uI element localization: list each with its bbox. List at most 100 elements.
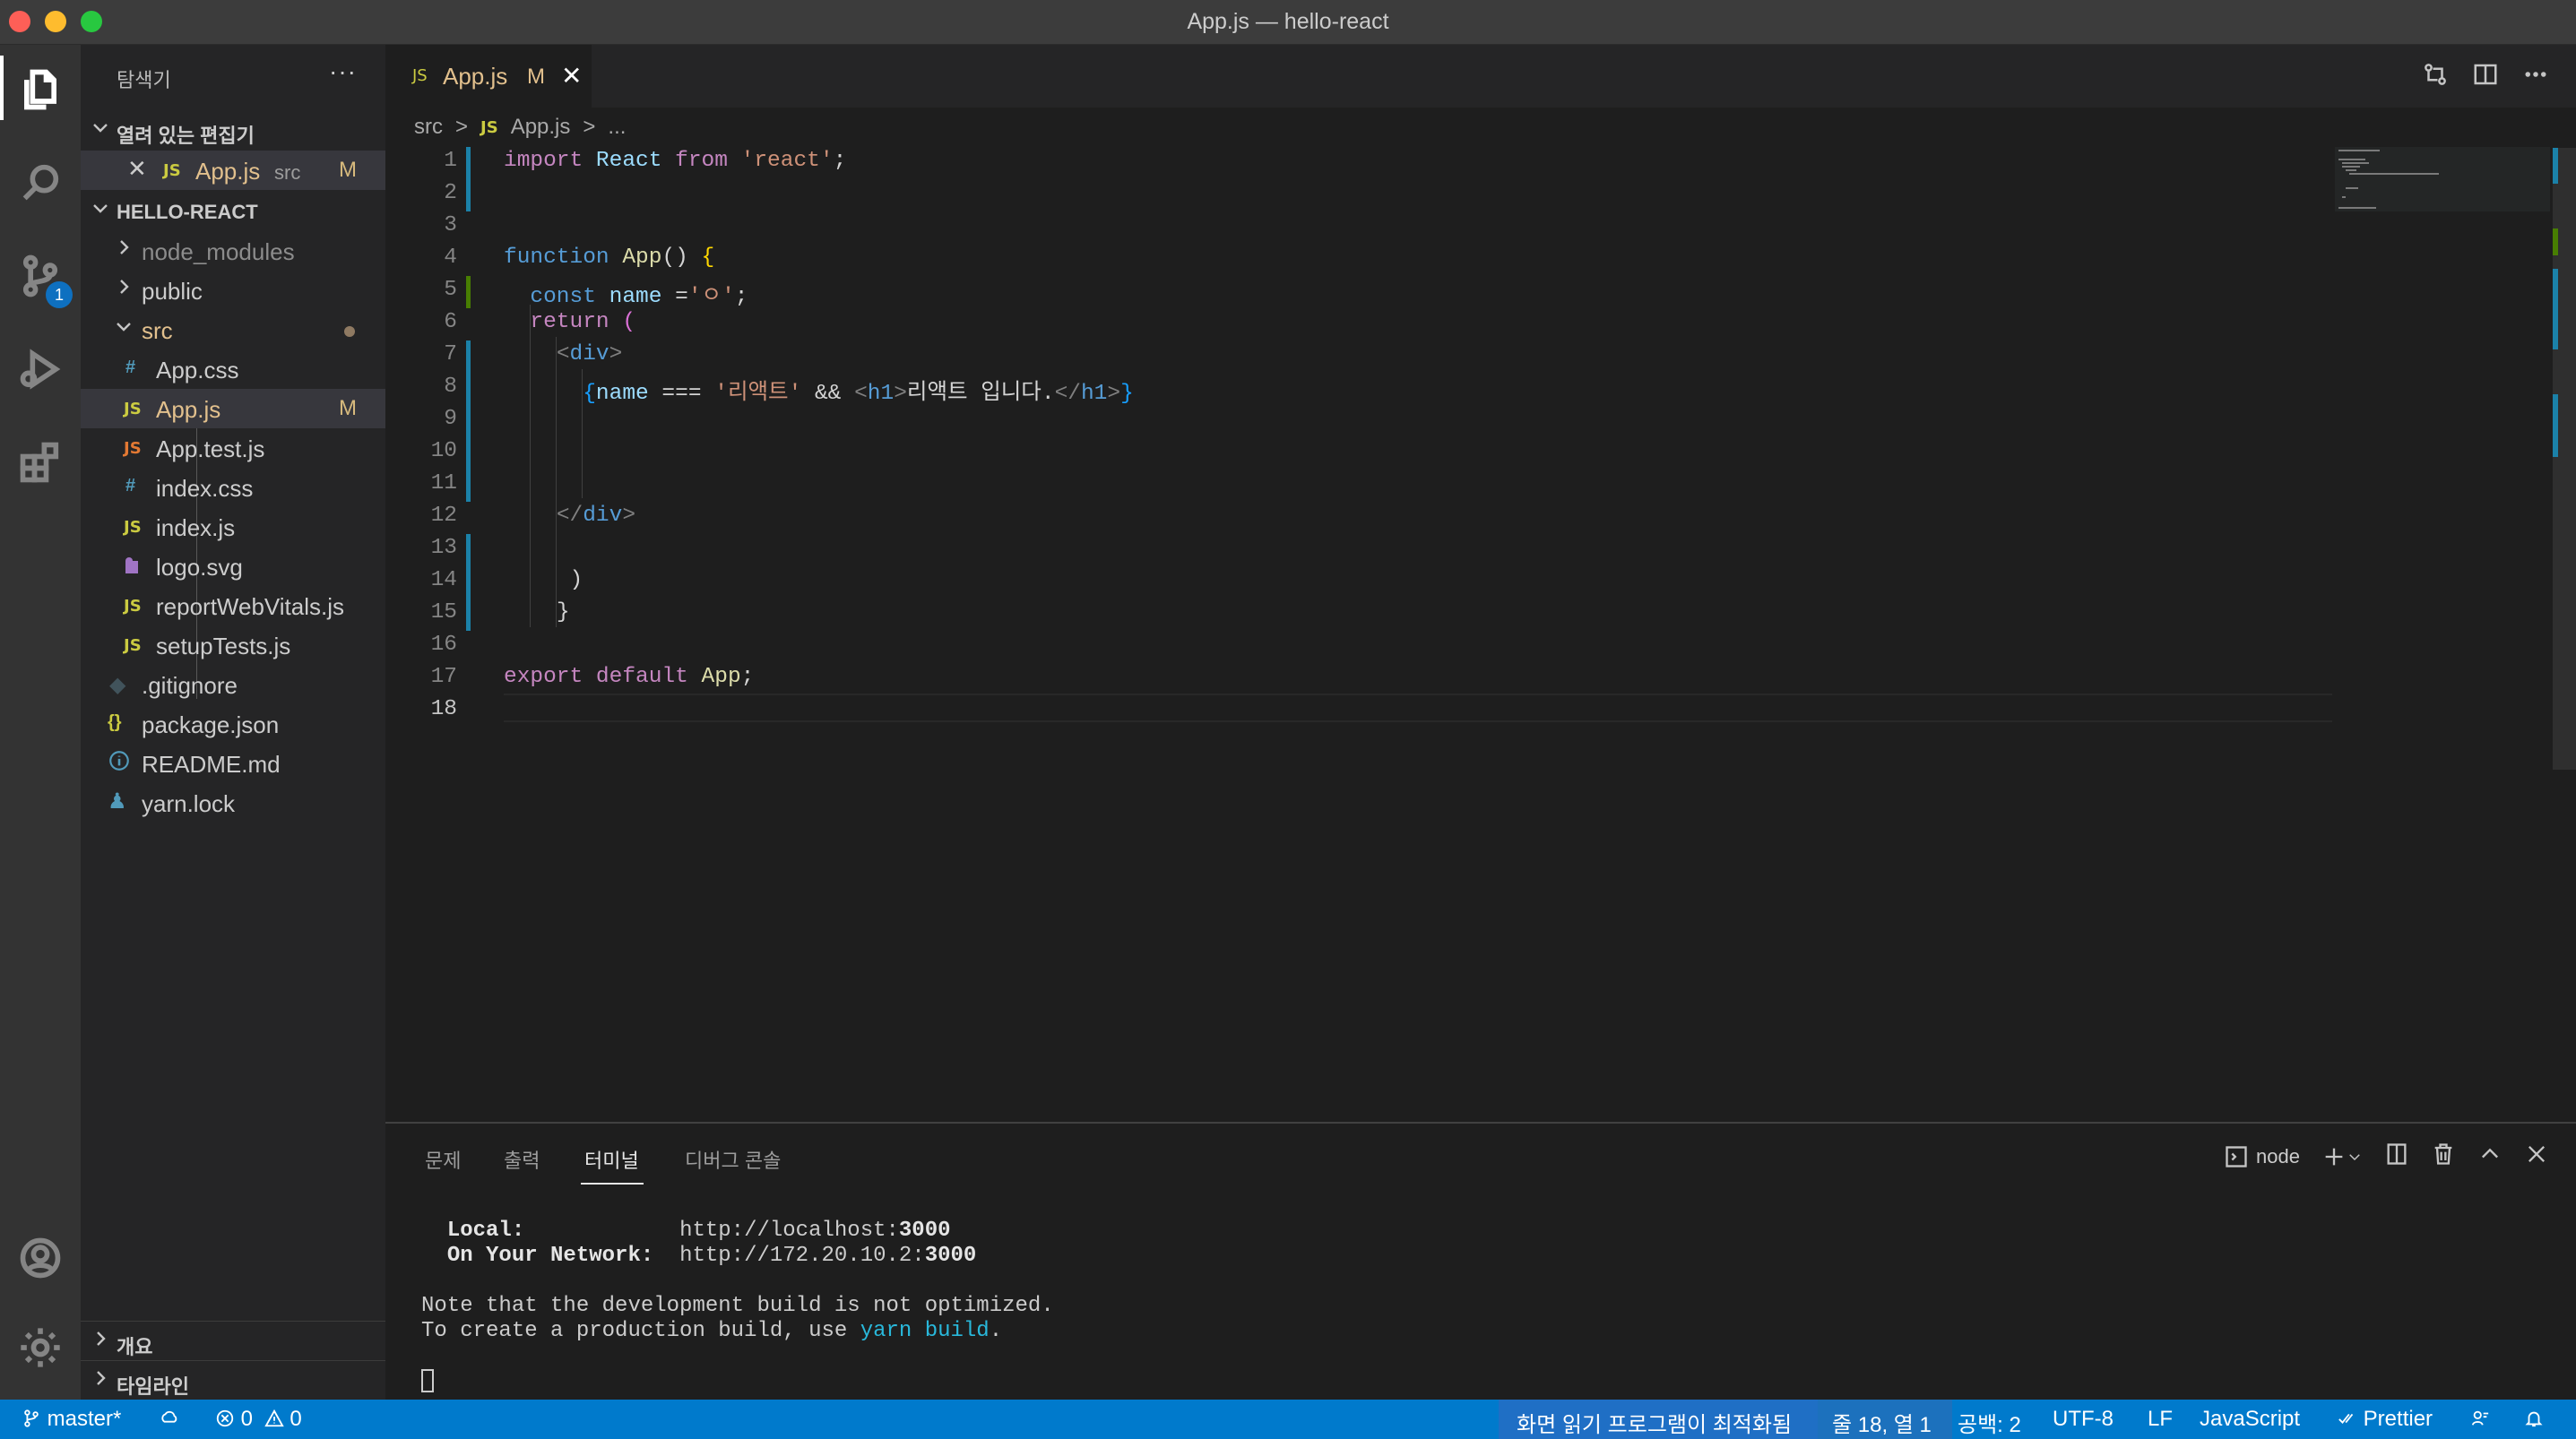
tab-label: App.js: [443, 63, 508, 90]
chevron-right-icon: [113, 237, 134, 263]
tree-folder-node-modules[interactable]: node_modules: [81, 231, 385, 271]
line-number: 12: [430, 504, 457, 528]
close-icon[interactable]: ✕: [127, 155, 147, 183]
tree-file-package-json[interactable]: {} package.json: [81, 704, 385, 744]
tree-folder-src[interactable]: src: [81, 310, 385, 349]
line-number: 9: [444, 407, 457, 431]
run-debug-icon[interactable]: [12, 340, 69, 398]
terminal-note: Note that the development build is not o…: [421, 1294, 1054, 1318]
tree-file-readme[interactable]: README.md: [81, 744, 385, 783]
minimap[interactable]: [2335, 148, 2550, 220]
error-icon: [216, 1409, 234, 1427]
tree-label: index.js: [156, 514, 236, 541]
manage-gear-icon[interactable]: [12, 1319, 69, 1376]
breadcrumb-symbol[interactable]: ...: [608, 115, 626, 140]
open-editors-label: 열려 있는 편집기: [117, 125, 255, 147]
problems-status[interactable]: 0 0: [215, 1407, 302, 1432]
tree-file-app-js[interactable]: JS App.js M: [81, 389, 385, 428]
eol-status[interactable]: LF: [2148, 1407, 2173, 1432]
tab-problems[interactable]: 문제: [425, 1145, 461, 1174]
breadcrumb-file[interactable]: App.js: [511, 115, 571, 140]
tree-label: App.test.js: [156, 435, 265, 462]
encoding-status[interactable]: UTF-8: [2053, 1407, 2114, 1432]
sidebar-title: 탐색기: [117, 69, 171, 91]
code-line: 6 return (: [385, 305, 2312, 337]
chevron-down-icon: [90, 197, 111, 219]
code-line: 5 const name ='ㅇ';: [385, 272, 2312, 309]
branch-status[interactable]: master*: [22, 1407, 121, 1432]
cursor-position[interactable]: 줄 18, 열 1: [1832, 1407, 1932, 1438]
local-port: 3000: [898, 1219, 951, 1243]
minimap-line: [2338, 159, 2365, 160]
project-section[interactable]: HELLO-REACT: [81, 192, 385, 231]
code-line: 11: [385, 466, 2312, 498]
open-editors-section[interactable]: 열려 있는 편집기: [81, 111, 385, 151]
modified-dot: [344, 326, 355, 337]
tab-terminal[interactable]: 터미널: [584, 1145, 639, 1174]
tree-file-setup-tests[interactable]: JS setupTests.js: [81, 625, 385, 665]
local-label: Local:: [446, 1219, 525, 1243]
outline-section[interactable]: 개요: [81, 1323, 385, 1362]
search-icon[interactable]: [12, 154, 69, 211]
modified-badge: M: [527, 65, 545, 89]
account-icon[interactable]: [12, 1229, 69, 1287]
tree-folder-public[interactable]: public: [81, 271, 385, 310]
screen-reader-status[interactable]: 화면 읽기 프로그램이 최적화됨: [1517, 1407, 1792, 1438]
tab-debug-console[interactable]: 디버그 콘솔: [685, 1145, 781, 1174]
minimap-line: [2346, 187, 2358, 189]
js-file-icon: JS: [163, 161, 181, 180]
split-editor-icon[interactable]: [2472, 61, 2499, 88]
open-changes-icon[interactable]: [2422, 61, 2449, 88]
extensions-icon[interactable]: [12, 434, 69, 491]
line-number: 14: [430, 568, 457, 592]
tree-file-gitignore[interactable]: ◆ .gitignore: [81, 665, 385, 704]
tree-file-app-test-js[interactable]: JS App.test.js: [81, 428, 385, 468]
prettier-status[interactable]: Prettier: [2338, 1407, 2433, 1432]
trash-icon[interactable]: [2431, 1142, 2456, 1172]
breadcrumb-src[interactable]: src: [414, 115, 443, 140]
close-panel-icon[interactable]: [2524, 1142, 2549, 1172]
title-bar: App.js — hello-react: [0, 0, 2576, 45]
maximize-panel-icon[interactable]: [2477, 1142, 2503, 1172]
feedback-icon[interactable]: [2470, 1407, 2490, 1432]
line-number: 2: [444, 181, 457, 205]
chevron-down-icon: [2349, 1154, 2360, 1161]
tree-file-index-css[interactable]: # index.css: [81, 468, 385, 507]
more-actions-icon[interactable]: [2522, 61, 2549, 88]
sync-icon[interactable]: [160, 1407, 179, 1432]
language-status[interactable]: JavaScript: [2200, 1407, 2300, 1432]
scm-badge: 1: [46, 281, 73, 308]
tree-file-logo-svg[interactable]: logo.svg: [81, 547, 385, 586]
new-terminal-icon[interactable]: [2321, 1144, 2363, 1169]
split-terminal-icon[interactable]: [2384, 1142, 2409, 1172]
tree-label: yarn.lock: [142, 790, 236, 817]
active-indicator: [0, 56, 4, 120]
tree-file-index-js[interactable]: JS index.js: [81, 507, 385, 547]
status-bar: master* 0 0 화면 읽기 프로그램이 최적화됨 줄 18, 열 1 공…: [0, 1400, 2576, 1439]
indentation-status[interactable]: 공백: 2: [1958, 1407, 2021, 1438]
minimap-line: [2346, 169, 2356, 171]
line-number: 1: [444, 149, 457, 173]
open-editor-item[interactable]: ✕ JS App.js src M: [81, 151, 385, 190]
terminal-output[interactable]: Local: http://localhost:3000 On Your Net…: [421, 1219, 1054, 1394]
code-editor[interactable]: 1 import React from 'react'; 2 3 4 funct…: [385, 143, 2332, 1120]
explorer-sidebar: 탐색기 ··· 열려 있는 편집기 ✕ JS App.js src M HELL…: [81, 45, 385, 1400]
close-tab-icon[interactable]: ✕: [561, 61, 582, 90]
timeline-section[interactable]: 타임라인: [81, 1362, 385, 1401]
css-file-icon: #: [125, 358, 136, 377]
tree-file-yarn-lock[interactable]: ♟ yarn.lock: [81, 783, 385, 823]
more-actions-icon[interactable]: ···: [329, 57, 357, 86]
notifications-bell-icon[interactable]: [2524, 1407, 2544, 1432]
tab-output[interactable]: 출력: [504, 1145, 540, 1174]
minimap-line: [2338, 150, 2380, 151]
code-line: 10: [385, 434, 2312, 466]
tree-file-app-css[interactable]: # App.css: [81, 349, 385, 389]
source-control-icon[interactable]: 1: [12, 247, 73, 308]
explorer-icon[interactable]: [12, 61, 69, 118]
js-file-icon: JS: [124, 636, 142, 655]
tree-file-report-web-vitals[interactable]: JS reportWebVitals.js: [81, 586, 385, 625]
tab-app-js[interactable]: JS App.js M ✕: [385, 45, 592, 108]
modified-badge: M: [339, 158, 357, 182]
minimap-line: [2342, 166, 2360, 168]
terminal-shell-selector[interactable]: node: [2224, 1144, 2300, 1169]
